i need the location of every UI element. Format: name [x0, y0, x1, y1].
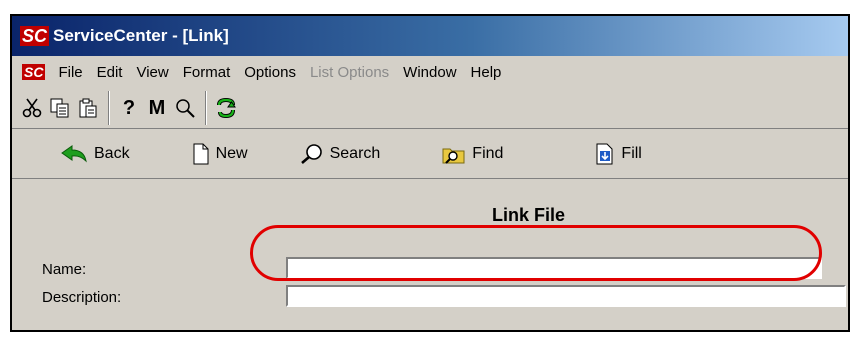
menu-view[interactable]: View [129, 64, 175, 81]
menu-file[interactable]: File [51, 64, 89, 81]
menu-edit[interactable]: Edit [90, 64, 130, 81]
action-bar: Back New Search Find Fill [12, 130, 848, 179]
toolbar: ? M [12, 88, 848, 129]
name-label: Name: [42, 261, 87, 278]
paste-icon[interactable] [74, 94, 102, 122]
new-document-icon [192, 143, 210, 165]
search-icon [300, 143, 324, 165]
page-title: Link File [492, 205, 566, 225]
description-field[interactable] [286, 285, 846, 307]
refresh-icon[interactable] [212, 94, 240, 122]
menu-options[interactable]: Options [237, 64, 303, 81]
fill-label: Fill [621, 145, 642, 162]
name-field[interactable] [286, 257, 822, 279]
app-window: SC ServiceCenter - [Link] SC File Edit V… [10, 14, 850, 332]
fill-icon [595, 143, 615, 165]
cut-icon[interactable] [18, 94, 46, 122]
menu-list-options: List Options [309, 63, 390, 81]
find-folder-icon [442, 143, 466, 165]
back-button[interactable]: Back [60, 136, 130, 172]
window-title: ServiceCenter - [Link] [53, 26, 229, 45]
title-bar[interactable]: SC ServiceCenter - [Link] [12, 16, 848, 56]
find-button[interactable]: Find [442, 136, 503, 172]
form-area: Link File Name: Description: [12, 179, 848, 330]
back-label: Back [94, 145, 130, 162]
fill-button[interactable]: Fill [595, 136, 642, 172]
description-label: Description: [42, 289, 122, 306]
new-label: New [215, 145, 248, 162]
app-logo: SC [20, 26, 50, 46]
clipboard-group [12, 91, 109, 125]
help-icon[interactable]: ? [115, 94, 143, 122]
back-arrow-icon [60, 144, 88, 164]
new-button[interactable]: New [192, 136, 248, 172]
menu-window[interactable]: Window [396, 64, 463, 81]
menu-help[interactable]: Help [464, 64, 509, 81]
refresh-group [206, 91, 246, 125]
find-icon[interactable] [171, 94, 199, 122]
menu-logo-icon[interactable]: SC [22, 64, 46, 80]
copy-icon[interactable] [46, 94, 74, 122]
menu-bar: SC File Edit View Format Options List Op… [12, 56, 848, 88]
menu-format[interactable]: Format [176, 64, 238, 81]
tools-group: ? M [109, 91, 206, 125]
m-icon[interactable]: M [143, 94, 171, 122]
find-label: Find [472, 145, 504, 162]
search-label: Search [329, 145, 381, 162]
search-button[interactable]: Search [300, 136, 381, 172]
